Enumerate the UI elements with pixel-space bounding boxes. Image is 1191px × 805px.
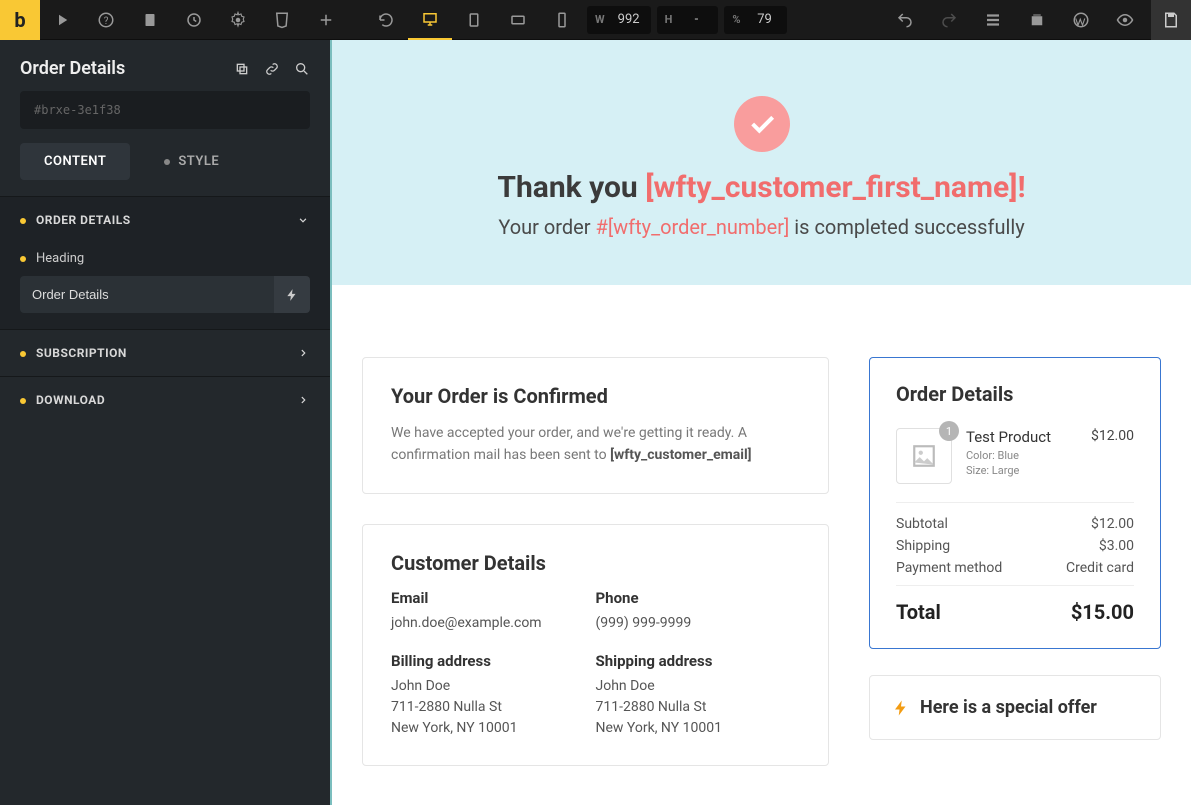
order-subheading: Your order #[wfty_order_number] is compl… xyxy=(362,215,1161,239)
subtotal-row: Subtotal$12.00 xyxy=(896,513,1134,535)
pages-icon[interactable] xyxy=(1015,0,1059,40)
settings-icon[interactable] xyxy=(216,0,260,40)
payment-row: Payment methodCredit card xyxy=(896,557,1134,579)
preview-icon[interactable] xyxy=(1103,0,1147,40)
customer-details-card: Customer Details Email john.doe@example.… xyxy=(362,524,829,766)
section-subscription-toggle[interactable]: SUBSCRIPTION xyxy=(0,330,330,376)
section-subscription: SUBSCRIPTION xyxy=(0,329,330,376)
item-meta: Size: Large xyxy=(966,463,1077,478)
section-download-toggle[interactable]: DOWNLOAD xyxy=(0,377,330,423)
item-name: Test Product xyxy=(966,428,1077,446)
section-order-details-toggle[interactable]: ORDER DETAILS xyxy=(0,197,330,243)
wordpress-icon[interactable] xyxy=(1059,0,1103,40)
item-meta: Color: Blue xyxy=(966,448,1077,463)
item-qty-badge: 1 xyxy=(939,421,959,441)
redo-icon[interactable] xyxy=(927,0,971,40)
tab-style[interactable]: STYLE xyxy=(140,143,243,180)
scale-field[interactable]: %79 xyxy=(724,6,786,34)
panel-title: Order Details xyxy=(20,58,125,79)
width-field[interactable]: W992 xyxy=(587,6,651,34)
confirmation-card: Your Order is Confirmed We have accepted… xyxy=(362,357,829,494)
offer-title: Here is a special offer xyxy=(920,696,1097,719)
svg-text:?: ? xyxy=(104,15,109,26)
css-icon[interactable] xyxy=(260,0,304,40)
search-icon[interactable] xyxy=(294,61,310,77)
order-details-card: Order Details 1 Test Product Color: Blue… xyxy=(869,357,1161,649)
shipping-address: Shipping address John Doe 711-2880 Nulla… xyxy=(596,652,801,739)
preview-canvas[interactable]: Thank you [wfty_customer_first_name]! Yo… xyxy=(330,40,1191,805)
order-details-title: Order Details xyxy=(896,382,1134,406)
help-icon[interactable]: ? xyxy=(84,0,128,40)
total-row: Total$15.00 xyxy=(896,600,1134,624)
tab-content[interactable]: CONTENT xyxy=(20,143,130,180)
topbar: b ? W992 H- %79 xyxy=(0,0,1191,40)
product-thumb-icon: 1 xyxy=(896,428,952,484)
bolt-icon xyxy=(892,699,910,717)
clipboard-icon[interactable] xyxy=(128,0,172,40)
sidebar: Order Details #brxe-3e1f38 CONTENT STYLE… xyxy=(0,40,330,805)
add-icon[interactable] xyxy=(304,0,348,40)
thank-you-heading: Thank you [wfty_customer_first_name]! xyxy=(362,170,1161,205)
undo-icon[interactable] xyxy=(883,0,927,40)
customer-phone: Phone (999) 999-9999 xyxy=(596,589,801,634)
link-icon[interactable] xyxy=(264,61,280,77)
chevron-right-icon xyxy=(296,393,310,407)
chevron-right-icon xyxy=(296,346,310,360)
section-order-details: ORDER DETAILS Heading xyxy=(0,196,330,329)
confirmation-title: Your Order is Confirmed xyxy=(391,384,800,408)
structure-icon[interactable] xyxy=(971,0,1015,40)
tablet-portrait-icon[interactable] xyxy=(452,0,496,40)
mobile-view-icon[interactable] xyxy=(540,0,584,40)
order-item: 1 Test Product Color: Blue Size: Large $… xyxy=(896,428,1134,484)
check-icon xyxy=(734,96,790,152)
item-price: $12.00 xyxy=(1091,428,1134,484)
chevron-down-icon xyxy=(296,213,310,227)
desktop-view-icon[interactable] xyxy=(408,0,452,40)
tablet-landscape-icon[interactable] xyxy=(496,0,540,40)
logo: b xyxy=(0,0,40,40)
element-id[interactable]: #brxe-3e1f38 xyxy=(20,91,310,129)
offer-card: Here is a special offer xyxy=(869,675,1161,740)
history-icon[interactable] xyxy=(172,0,216,40)
section-download: DOWNLOAD xyxy=(0,376,330,423)
customer-email: Email john.doe@example.com xyxy=(391,589,596,634)
confirmation-text: We have accepted your order, and we're g… xyxy=(391,422,800,467)
dynamic-data-button[interactable] xyxy=(274,276,310,313)
save-button[interactable] xyxy=(1151,0,1191,40)
reload-icon[interactable] xyxy=(364,0,408,40)
billing-address: Billing address John Doe 711-2880 Nulla … xyxy=(391,652,596,739)
hero-section: Thank you [wfty_customer_first_name]! Yo… xyxy=(332,40,1191,285)
heading-label: Heading xyxy=(0,243,330,276)
play-icon[interactable] xyxy=(40,0,84,40)
shipping-row: Shipping$3.00 xyxy=(896,535,1134,557)
customer-title: Customer Details xyxy=(391,551,800,575)
heading-input[interactable] xyxy=(20,276,274,313)
clone-icon[interactable] xyxy=(234,61,250,77)
height-field[interactable]: H- xyxy=(657,6,719,34)
